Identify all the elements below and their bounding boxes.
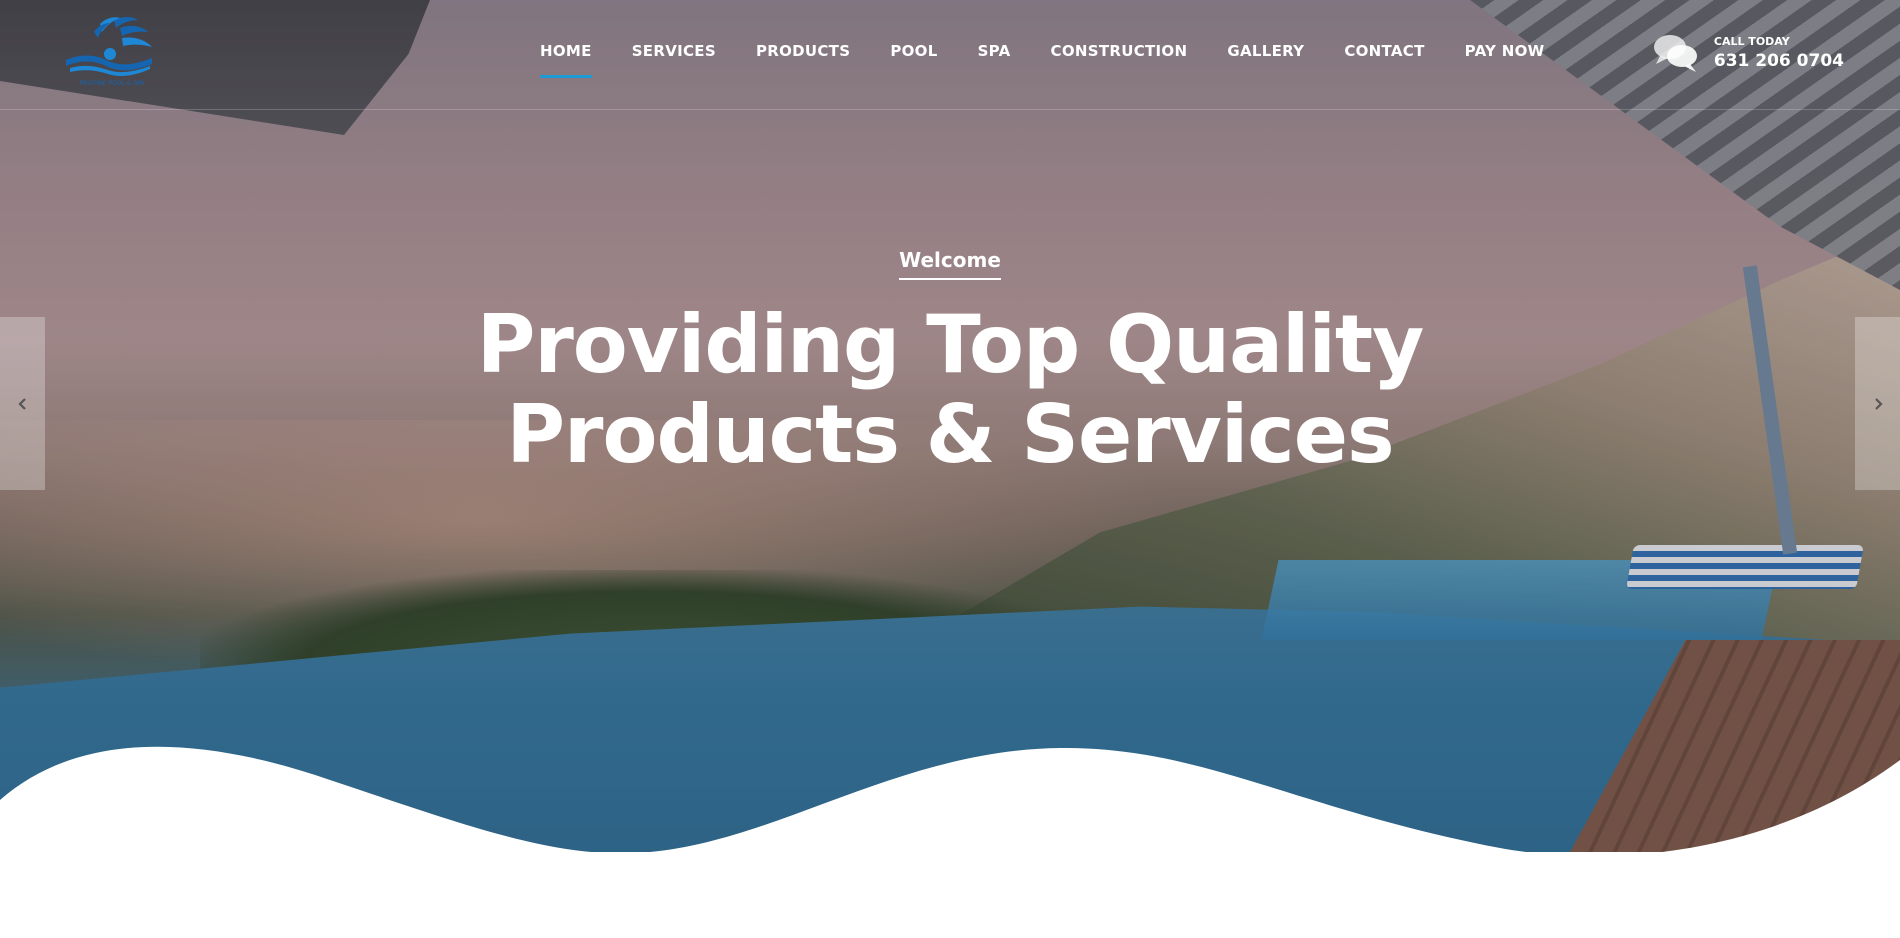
chevron-right-icon — [1874, 397, 1883, 410]
nav-item-pay-now[interactable]: PAY NOW — [1465, 42, 1545, 60]
call-text: CALL TODAY 631 206 0704 — [1714, 35, 1844, 71]
svg-text:PRISTINE POOL & SPA: PRISTINE POOL & SPA — [79, 80, 145, 87]
headline-line-1: Providing Top Quality — [476, 298, 1425, 391]
hero-wave-divider — [0, 746, 1900, 938]
call-phone-number[interactable]: 631 206 0704 — [1714, 51, 1844, 71]
nav-item-spa[interactable]: SPA — [978, 42, 1011, 60]
hero-eyebrow: Welcome — [0, 248, 1900, 280]
nav-item-contact[interactable]: CONTACT — [1344, 42, 1424, 60]
nav-item-pool[interactable]: POOL — [890, 42, 937, 60]
chevron-left-icon — [17, 397, 26, 410]
logo-icon: PRISTINE POOL & SPA — [66, 17, 152, 87]
call-today-block[interactable]: CALL TODAY 631 206 0704 — [1652, 32, 1844, 74]
slider-prev-button[interactable] — [0, 317, 45, 490]
headline-line-2: Products & Services — [506, 388, 1394, 481]
nav-item-products[interactable]: PRODUCTS — [756, 42, 850, 60]
nav-item-services[interactable]: SERVICES — [632, 42, 716, 60]
slider-next-button[interactable] — [1855, 317, 1900, 490]
welcome-label: Welcome — [899, 248, 1001, 280]
navbar: PRISTINE POOL & SPA HOME SERVICES PRODUC… — [0, 0, 1900, 110]
nav-item-home[interactable]: HOME — [540, 42, 592, 78]
nav-item-gallery[interactable]: GALLERY — [1227, 42, 1304, 60]
nav-item-construction[interactable]: CONSTRUCTION — [1051, 42, 1188, 60]
site-logo[interactable]: PRISTINE POOL & SPA — [60, 14, 164, 90]
chat-bubbles-icon — [1652, 32, 1700, 74]
main-nav: HOME SERVICES PRODUCTS POOL SPA CONSTRUC… — [540, 42, 1584, 78]
hero-headline: Providing Top Quality Products & Service… — [0, 300, 1900, 480]
call-label: CALL TODAY — [1713, 35, 1790, 48]
page: PRISTINE POOL & SPA HOME SERVICES PRODUC… — [0, 0, 1900, 938]
